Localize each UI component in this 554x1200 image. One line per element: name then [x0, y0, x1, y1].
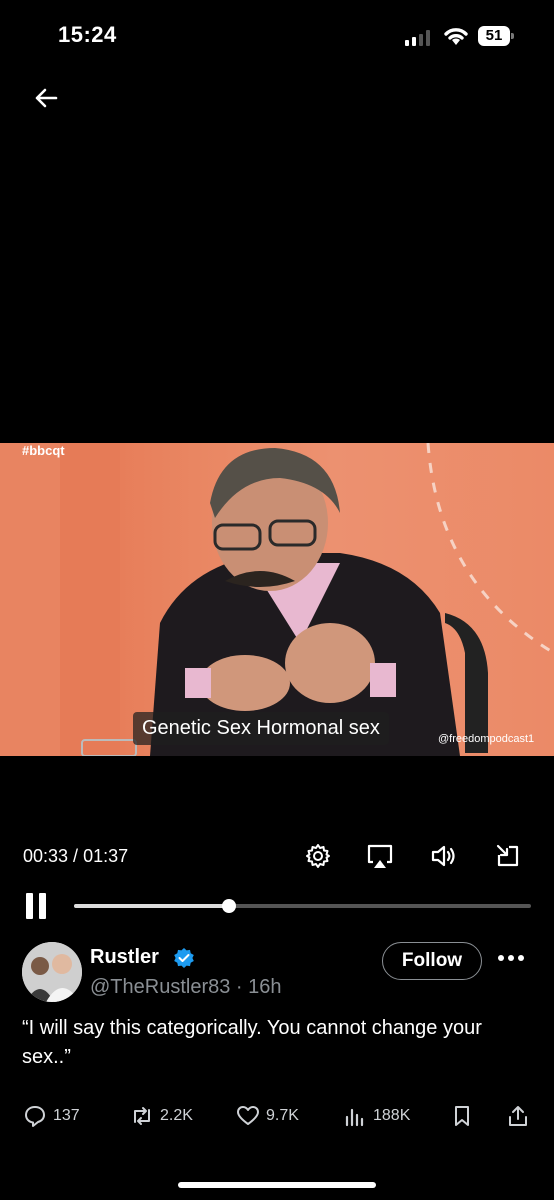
video-time: 00:33 / 01:37: [23, 846, 128, 867]
battery-level: 51: [485, 27, 503, 44]
share-icon: [509, 1106, 527, 1126]
user-name[interactable]: Rustler: [90, 946, 159, 969]
time-separator: /: [68, 846, 84, 866]
reply-button[interactable]: 137: [23, 1104, 80, 1128]
more-options-icon[interactable]: [496, 948, 526, 968]
wifi-icon: [444, 28, 468, 45]
reply-icon: [25, 1106, 45, 1127]
chair: [445, 613, 488, 753]
retweet-button[interactable]: 2.2K: [130, 1104, 193, 1128]
like-count: 9.7K: [266, 1107, 299, 1124]
status-time: 15:24: [58, 22, 117, 47]
bookmark-button[interactable]: [450, 1104, 474, 1128]
like-button[interactable]: 9.7K: [236, 1104, 299, 1128]
user-handle: @TheRustler83 · 16h: [90, 976, 282, 998]
heart-icon: [237, 1106, 259, 1125]
studio-panel-light: [0, 443, 60, 756]
video-caption: Genetic Sex Hormonal sex: [133, 712, 389, 745]
battery-indicator: 51: [478, 26, 514, 46]
volume-icon[interactable]: [430, 842, 458, 870]
home-indicator[interactable]: [178, 1182, 376, 1188]
views-button[interactable]: 188K: [343, 1104, 410, 1128]
duration: 01:37: [83, 846, 129, 866]
tweet-actions: 137 2.2K 9.7K 188K: [0, 1104, 554, 1130]
view-count: 188K: [373, 1107, 411, 1124]
reply-count: 137: [53, 1107, 80, 1124]
airplay-icon[interactable]: [366, 842, 394, 870]
current-time: 00:33: [23, 846, 69, 866]
video-progress-bar[interactable]: [74, 899, 531, 913]
speaker-figure: [150, 448, 460, 756]
video-hashtag: #bbcqt: [22, 443, 65, 458]
progress-thumb[interactable]: [222, 899, 237, 913]
water-glass: [81, 739, 137, 756]
views-chart-icon: [345, 1108, 364, 1127]
pause-icon[interactable]: [24, 893, 50, 921]
bookmark-icon: [455, 1106, 469, 1126]
minimize-icon[interactable]: [494, 842, 522, 870]
verified-badge-icon: [174, 948, 194, 968]
retweet-icon: [134, 1107, 150, 1125]
progress-fill: [74, 904, 230, 908]
follow-button[interactable]: Follow: [382, 942, 482, 980]
tweet-text: “I will say this categorically. You cann…: [22, 1017, 482, 1068]
retweet-count: 2.2K: [160, 1107, 193, 1124]
video-player[interactable]: #bbcqt Genetic Sex Hormonal sex @freedom…: [0, 443, 554, 756]
cellular-signal-icon: [405, 30, 430, 46]
video-watermark: @freedompodcast1: [438, 733, 535, 745]
arrow-left-icon[interactable]: [30, 82, 62, 114]
gear-icon[interactable]: [304, 842, 332, 870]
share-button[interactable]: [506, 1104, 530, 1128]
avatar[interactable]: [22, 942, 82, 1002]
avatar-image: [22, 942, 82, 1002]
